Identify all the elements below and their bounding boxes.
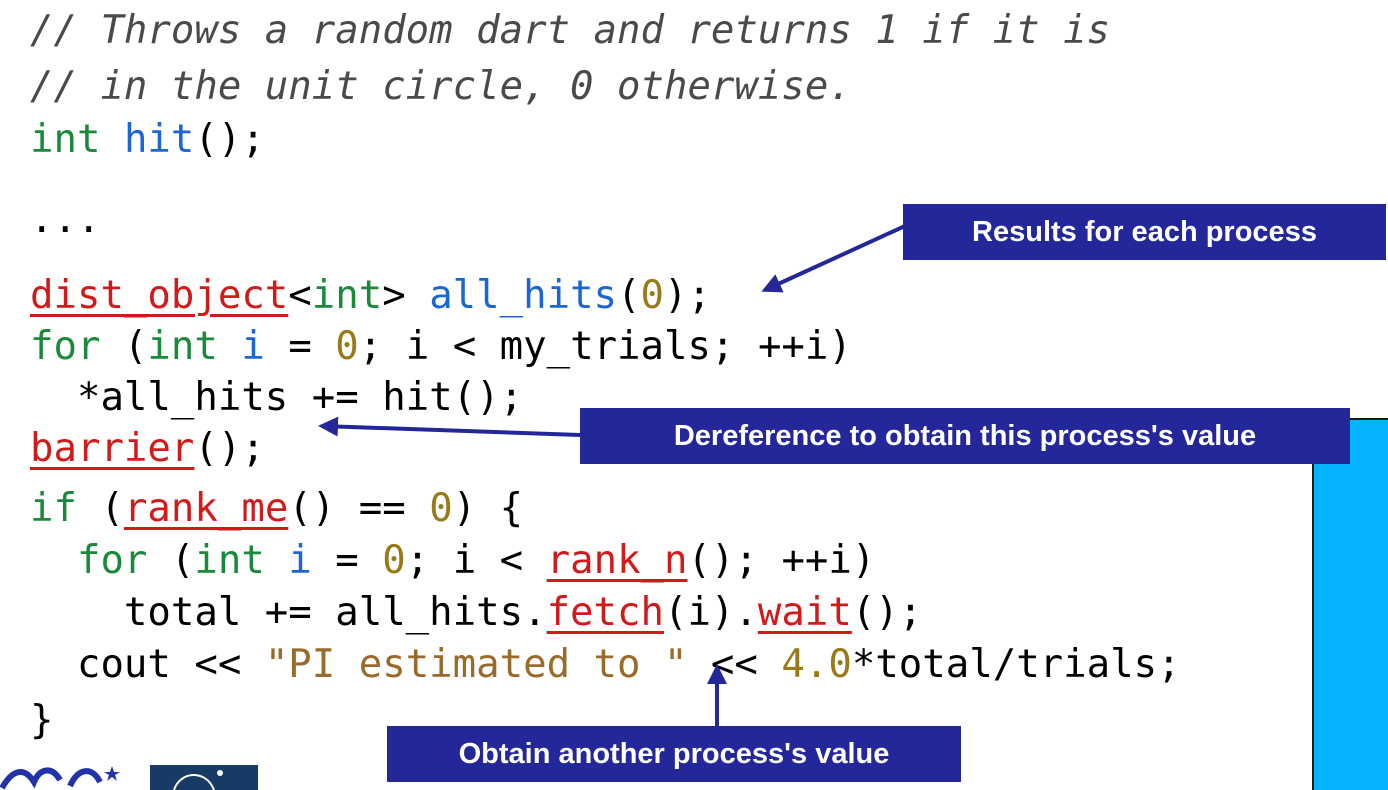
arrow-results xyxy=(761,224,906,293)
logo-lab-icon xyxy=(150,765,258,790)
logo-upc-icon xyxy=(0,766,120,790)
callout-results: Results for each process xyxy=(903,204,1386,260)
callout-dereference: Dereference to obtain this process's val… xyxy=(580,408,1350,464)
arrow-dereference xyxy=(318,416,581,437)
callout-obtain: Obtain another process's value xyxy=(387,726,961,782)
annotation-arrows xyxy=(318,224,906,728)
